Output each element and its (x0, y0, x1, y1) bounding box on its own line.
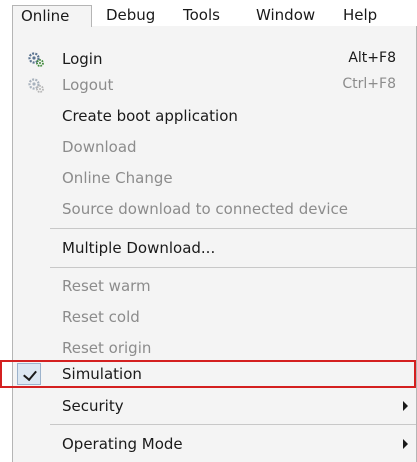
menu-item-reset-warm[interactable]: Reset warm (13, 273, 416, 299)
submenu-arrow-icon (403, 439, 408, 449)
menu-debug[interactable]: Debug (106, 5, 155, 27)
login-label: Login (62, 50, 103, 68)
checkbox-checked (17, 363, 41, 385)
menu-tools[interactable]: Tools (183, 5, 220, 27)
menu-item-online-change[interactable]: Online Change (13, 165, 416, 191)
online-dropdown-menu: Login Alt+F8 Logout Ctrl+F8 Create boot … (12, 26, 417, 462)
menu-item-simulation[interactable]: Simulation (13, 361, 416, 387)
online-change-label: Online Change (62, 169, 173, 187)
gears-icon (27, 50, 45, 68)
menu-item-operating-mode[interactable]: Operating Mode (13, 431, 416, 457)
multiple-download-label: Multiple Download... (62, 239, 216, 257)
reset-warm-label: Reset warm (62, 277, 151, 295)
gears-icon (27, 76, 45, 94)
create-boot-label: Create boot application (62, 107, 238, 125)
download-label: Download (62, 138, 137, 156)
menu-item-download[interactable]: Download (13, 134, 416, 160)
menu-help[interactable]: Help (343, 5, 377, 27)
reset-origin-label: Reset origin (62, 339, 152, 357)
menu-item-reset-cold[interactable]: Reset cold (13, 304, 416, 330)
submenu-arrow-icon (403, 401, 408, 411)
menu-online[interactable]: Online (12, 5, 92, 27)
reset-cold-label: Reset cold (62, 308, 140, 326)
source-download-label: Source download to connected device (62, 200, 348, 218)
logout-label: Logout (62, 76, 114, 94)
checkmark-icon (23, 366, 37, 382)
menu-item-security[interactable]: Security (13, 393, 416, 419)
security-label: Security (62, 397, 124, 415)
logout-shortcut: Ctrl+F8 (342, 76, 396, 92)
menu-separator (50, 228, 416, 229)
menu-separator (50, 267, 416, 268)
menu-item-reset-origin[interactable]: Reset origin (13, 335, 416, 361)
menu-item-source-download[interactable]: Source download to connected device (13, 196, 416, 222)
menu-item-logout[interactable]: Logout Ctrl+F8 (13, 72, 416, 98)
menu-separator (50, 424, 416, 425)
login-shortcut: Alt+F8 (348, 50, 396, 66)
menu-item-create-boot-application[interactable]: Create boot application (13, 103, 416, 129)
menu-item-login[interactable]: Login Alt+F8 (13, 46, 416, 72)
operating-mode-label: Operating Mode (62, 435, 183, 453)
menu-window[interactable]: Window (256, 5, 315, 27)
simulation-label: Simulation (62, 365, 142, 383)
menu-item-multiple-download[interactable]: Multiple Download... (13, 235, 416, 261)
